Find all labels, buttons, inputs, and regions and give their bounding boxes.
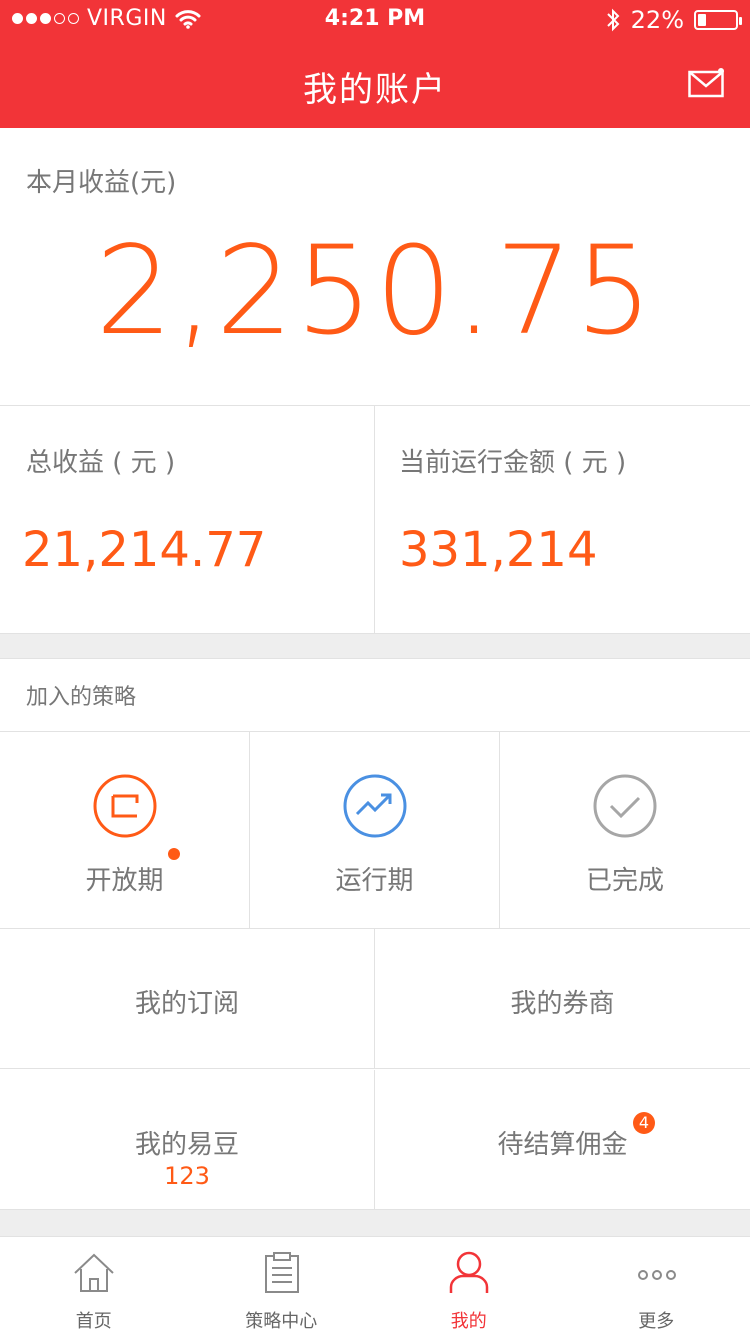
home-icon bbox=[74, 1253, 114, 1292]
status-bar: VIRGIN 4:21 PM 22% bbox=[0, 0, 750, 40]
strategy-completed[interactable]: 已完成 bbox=[500, 732, 750, 930]
check-icon bbox=[593, 774, 657, 838]
menu-row: 我的订阅 我的券商 bbox=[0, 929, 750, 1069]
top-bar: VIRGIN 4:21 PM 22% 我的账户 bbox=[0, 0, 750, 128]
strategy-grid: 开放期 运行期 已完成 bbox=[0, 731, 750, 930]
notification-dot bbox=[168, 848, 180, 860]
tab-more[interactable]: 更多 bbox=[563, 1237, 750, 1334]
tab-bar: 首页 策略中心 我的 更多 bbox=[0, 1236, 750, 1334]
month-earnings-label: 本月收益(元) bbox=[26, 168, 177, 198]
running-amount-value: 331,214 bbox=[399, 522, 598, 578]
total-earnings-card: 总收益 ( 元 ) 21,214.77 bbox=[0, 406, 375, 634]
month-earnings-value: 2,250.75 bbox=[95, 220, 655, 362]
trend-icon bbox=[343, 774, 407, 838]
status-right: 22% bbox=[605, 6, 742, 34]
my-brokers-item[interactable]: 我的券商 bbox=[375, 929, 750, 1069]
menu-label: 待结算佣金 bbox=[497, 1130, 628, 1160]
section-title: 加入的策略 bbox=[26, 685, 137, 710]
battery-fill bbox=[698, 14, 706, 26]
menu-label: 我的易豆 bbox=[134, 1130, 239, 1160]
strategy-label: 运行期 bbox=[335, 866, 414, 896]
tab-label: 策略中心 bbox=[245, 1311, 318, 1332]
menu-label: 我的订阅 bbox=[134, 989, 239, 1019]
running-amount-label: 当前运行金额 ( 元 ) bbox=[399, 448, 627, 478]
total-earnings-value: 21,214.77 bbox=[22, 522, 267, 578]
tab-label: 更多 bbox=[638, 1311, 675, 1332]
app: VIRGIN 4:21 PM 22% 我的账户 本月收益(元) 2,250.75… bbox=[0, 0, 750, 1334]
tab-strategy-center[interactable]: 策略中心 bbox=[188, 1237, 376, 1334]
earnings-summary: 总收益 ( 元 ) 21,214.77 当前运行金额 ( 元 ) 331,214 bbox=[0, 406, 750, 634]
open-period-icon bbox=[93, 774, 157, 838]
my-subscriptions-item[interactable]: 我的订阅 bbox=[0, 929, 375, 1069]
battery-percent: 22% bbox=[630, 6, 684, 34]
page-title: 我的账户 bbox=[303, 70, 447, 110]
battery-icon bbox=[694, 10, 742, 30]
commission-count-badge: 4 bbox=[633, 1112, 655, 1134]
user-icon bbox=[449, 1251, 489, 1293]
tab-label: 首页 bbox=[75, 1311, 112, 1332]
my-yidou-item[interactable]: 我的易豆 123 bbox=[0, 1070, 375, 1210]
pending-commission-item[interactable]: 待结算佣金 4 bbox=[375, 1070, 750, 1210]
joined-strategies-section: 加入的策略 开放期 运行期 已完成 bbox=[0, 658, 750, 930]
strategy-running-period[interactable]: 运行期 bbox=[250, 732, 500, 930]
yidou-balance: 123 bbox=[164, 1162, 210, 1190]
strategy-open-period[interactable]: 开放期 bbox=[0, 732, 250, 930]
month-earnings-card: 本月收益(元) 2,250.75 bbox=[0, 128, 750, 406]
menu-label: 我的券商 bbox=[510, 989, 615, 1019]
tab-home[interactable]: 首页 bbox=[0, 1237, 188, 1334]
more-icon bbox=[637, 1270, 676, 1280]
mail-icon[interactable] bbox=[688, 68, 726, 98]
tab-label: 我的 bbox=[450, 1311, 487, 1332]
bluetooth-icon bbox=[606, 8, 620, 32]
strategy-label: 已完成 bbox=[585, 866, 664, 896]
running-amount-card: 当前运行金额 ( 元 ) 331,214 bbox=[375, 406, 750, 634]
clipboard-icon bbox=[264, 1252, 299, 1293]
strategy-label: 开放期 bbox=[85, 866, 164, 896]
menu-row: 我的易豆 123 待结算佣金 4 bbox=[0, 1070, 750, 1210]
tab-mine[interactable]: 我的 bbox=[375, 1237, 563, 1334]
total-earnings-label: 总收益 ( 元 ) bbox=[26, 448, 176, 478]
account-menu: 我的订阅 我的券商 我的易豆 123 待结算佣金 4 bbox=[0, 928, 750, 1210]
